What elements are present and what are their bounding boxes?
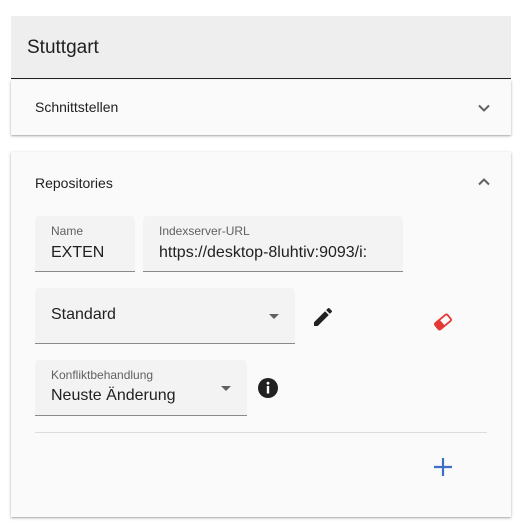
dropdown-arrow-icon[interactable] [269, 314, 279, 319]
konfliktbehandlung-value: Neuste Änderung [51, 387, 176, 404]
name-field-value[interactable]: EXTEN [51, 244, 104, 262]
panel-schnittstellen-header[interactable]: Schnittstellen [11, 80, 511, 135]
indexserver-url-value[interactable]: https://desktop-8luhtiv:9093/i: [159, 244, 367, 262]
page-header: Stuttgart [11, 16, 511, 79]
panel-repositories: Repositories Name EXTEN Indexserver-URL … [11, 152, 511, 517]
info-icon[interactable] [256, 376, 280, 400]
pencil-icon[interactable] [311, 305, 335, 329]
indexserver-url-field[interactable]: Indexserver-URL https://desktop-8luhtiv:… [143, 216, 403, 272]
konfliktbehandlung-label: Konfliktbehandlung [51, 368, 154, 382]
chevron-up-icon[interactable] [477, 175, 491, 189]
indexserver-url-label: Indexserver-URL [159, 224, 250, 238]
eraser-icon[interactable] [431, 310, 455, 334]
panel-repositories-header[interactable]: Repositories [11, 152, 511, 214]
name-field-label: Name [51, 224, 84, 238]
name-field[interactable]: Name EXTEN [35, 216, 135, 272]
chevron-down-icon[interactable] [477, 101, 491, 115]
panel-repositories-label: Repositories [35, 175, 113, 191]
standard-select-value: Standard [51, 306, 116, 323]
panel-schnittstellen: Schnittstellen [11, 80, 511, 135]
konfliktbehandlung-select[interactable]: Konfliktbehandlung Neuste Änderung [35, 360, 247, 416]
plus-icon[interactable] [430, 454, 456, 480]
standard-select[interactable]: Standard [35, 288, 295, 344]
dropdown-arrow-icon[interactable] [221, 386, 231, 391]
panel-schnittstellen-label: Schnittstellen [35, 99, 119, 115]
divider [35, 432, 487, 433]
page-title: Stuttgart [27, 37, 99, 58]
